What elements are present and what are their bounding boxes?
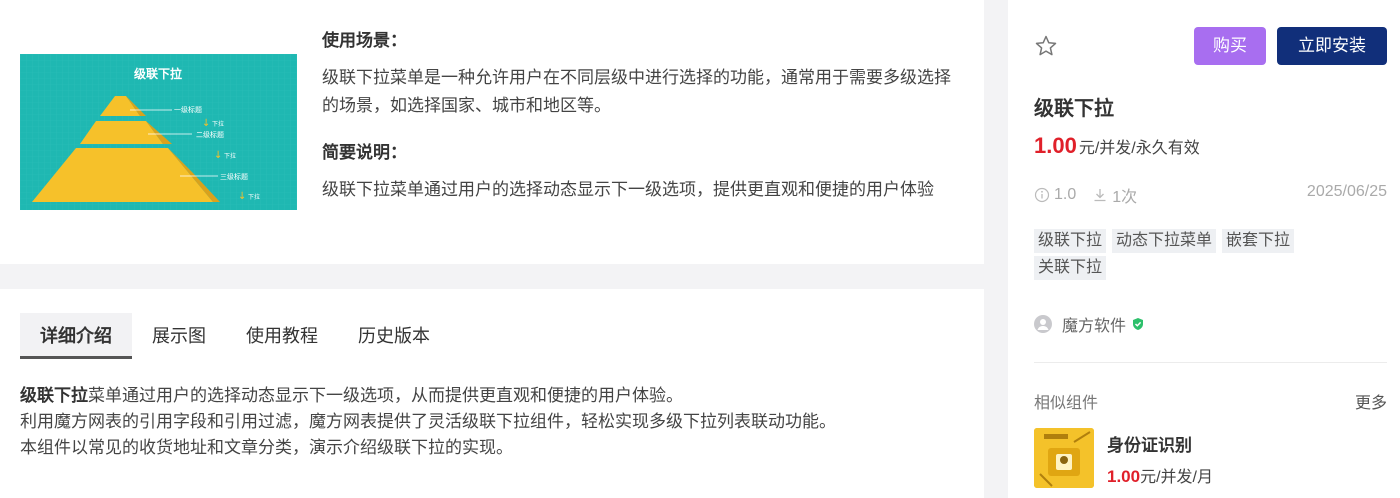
usage-scene-title: 使用场景： (322, 31, 407, 50)
tab-tutorial[interactable]: 使用教程 (226, 313, 338, 359)
version-meta: 1.0 (1034, 183, 1076, 207)
star-icon[interactable] (1034, 34, 1058, 58)
similar-item-name[interactable]: 身份证识别 (1107, 431, 1192, 456)
buy-button[interactable]: 购买 (1194, 27, 1266, 65)
thumb-arrow-label-3: 下拉 (248, 193, 260, 201)
publish-date: 2025/06/25 (1306, 183, 1387, 200)
avatar (1034, 315, 1052, 333)
detail-card: 详细介绍 展示图 使用教程 历史版本 级联下拉菜单通过用户的选择动态显示下一级选… (0, 289, 984, 498)
divider (1034, 362, 1387, 363)
svg-text:↓: ↓ (202, 118, 210, 129)
component-thumbnail: 级联下拉 一级标题 二级标题 三级标题 ↓ 下拉 ↓ 下拉 ↓ 下拉 (20, 54, 297, 210)
info-icon (1034, 187, 1050, 203)
thumb-arrow-label-1: 下拉 (212, 120, 224, 128)
detail-line-1: 级联下拉菜单通过用户的选择动态显示下一级选项，从而提供更直观和便捷的用户体验。 (20, 383, 960, 409)
tag-item[interactable]: 关联下拉 (1034, 256, 1107, 280)
brief-text: 级联下拉菜单通过用户的选择动态显示下一级选项，提供更直观和便捷的用户体验 (322, 180, 934, 199)
product-price: 1.00 元/并发/永久有效 (1034, 133, 1200, 159)
verified-icon (1133, 318, 1144, 330)
tag-item[interactable]: 嵌套下拉 (1222, 229, 1295, 253)
similar-item-thumbnail[interactable] (1034, 428, 1094, 488)
vendor-name: 魔方软件 (1062, 318, 1127, 335)
price-value: 1.00 (1034, 133, 1077, 158)
svg-text:↓: ↓ (214, 150, 222, 161)
detail-tabs: 详细介绍 展示图 使用教程 历史版本 (20, 313, 450, 359)
more-link[interactable]: 更多 (1355, 389, 1387, 413)
detail-lead-rest: 菜单通过用户的选择动态显示下一级选项，从而提供更直观和便捷的用户体验。 (88, 386, 683, 405)
install-button[interactable]: 立即安装 (1277, 27, 1387, 65)
similar-price-value: 1.00 (1107, 467, 1141, 486)
usage-section: 使用场景： 级联下拉菜单是一种允许用户在不同层级中进行选择的功能，通常用于需要多… (322, 30, 962, 204)
thumb-arrow-label-2: 下拉 (224, 152, 236, 160)
thumb-level-2: 二级标题 (196, 130, 224, 139)
similar-price-unit: 元/并发/月 (1140, 469, 1213, 486)
thumb-level-1: 一级标题 (174, 105, 202, 114)
similar-heading: 相似组件 (1034, 395, 1099, 412)
thumb-level-3: 三级标题 (220, 172, 248, 181)
similar-item-price: 1.00元/并发/月 (1107, 463, 1213, 487)
version-value: 1.0 (1054, 186, 1077, 203)
tag-item[interactable]: 动态下拉菜单 (1112, 229, 1217, 253)
detail-line-3: 本组件以常见的收货地址和文章分类，演示介绍级联下拉的实现。 (20, 438, 513, 457)
thumb-title: 级联下拉 (134, 66, 182, 81)
detail-line-2: 利用魔方网表的引用字段和引用过滤，魔方网表提供了灵活级联下拉组件，轻松实现多级下… (20, 412, 836, 431)
usage-scene-text: 级联下拉菜单是一种允许用户在不同层级中进行选择的功能，通常用于需要多级选择的场景… (322, 68, 951, 115)
downloads-value: 1次 (1112, 189, 1138, 206)
tab-showcase[interactable]: 展示图 (132, 313, 226, 359)
tag-item[interactable]: 级联下拉 (1034, 229, 1107, 253)
svg-text:↓: ↓ (238, 191, 246, 202)
tab-history[interactable]: 历史版本 (338, 313, 450, 359)
detail-lead-bold: 级联下拉 (20, 386, 88, 405)
detail-content: 级联下拉菜单通过用户的选择动态显示下一级选项，从而提供更直观和便捷的用户体验。 … (20, 383, 960, 461)
component-summary-card: 级联下拉 一级标题 二级标题 三级标题 ↓ 下拉 ↓ 下拉 ↓ 下拉 使用场景：… (0, 0, 984, 264)
product-name: 级联下拉 (1034, 98, 1114, 120)
price-unit: 元/并发/永久有效 (1078, 140, 1200, 157)
brief-title: 简要说明： (322, 143, 407, 162)
downloads-meta: 1次 (1092, 183, 1137, 207)
download-icon (1094, 189, 1106, 202)
product-meta: 1.0 1次 2025/06/25 (1034, 183, 1387, 207)
tab-detail[interactable]: 详细介绍 (20, 313, 132, 359)
product-sidebar: 购买 立即安装 级联下拉 1.00 元/并发/永久有效 1.0 1次 2025/0… (1008, 0, 1400, 498)
tag-list: 级联下拉 动态下拉菜单 嵌套下拉 关联下拉 (1034, 229, 1364, 280)
vendor[interactable]: 魔方软件 (1034, 312, 1145, 336)
